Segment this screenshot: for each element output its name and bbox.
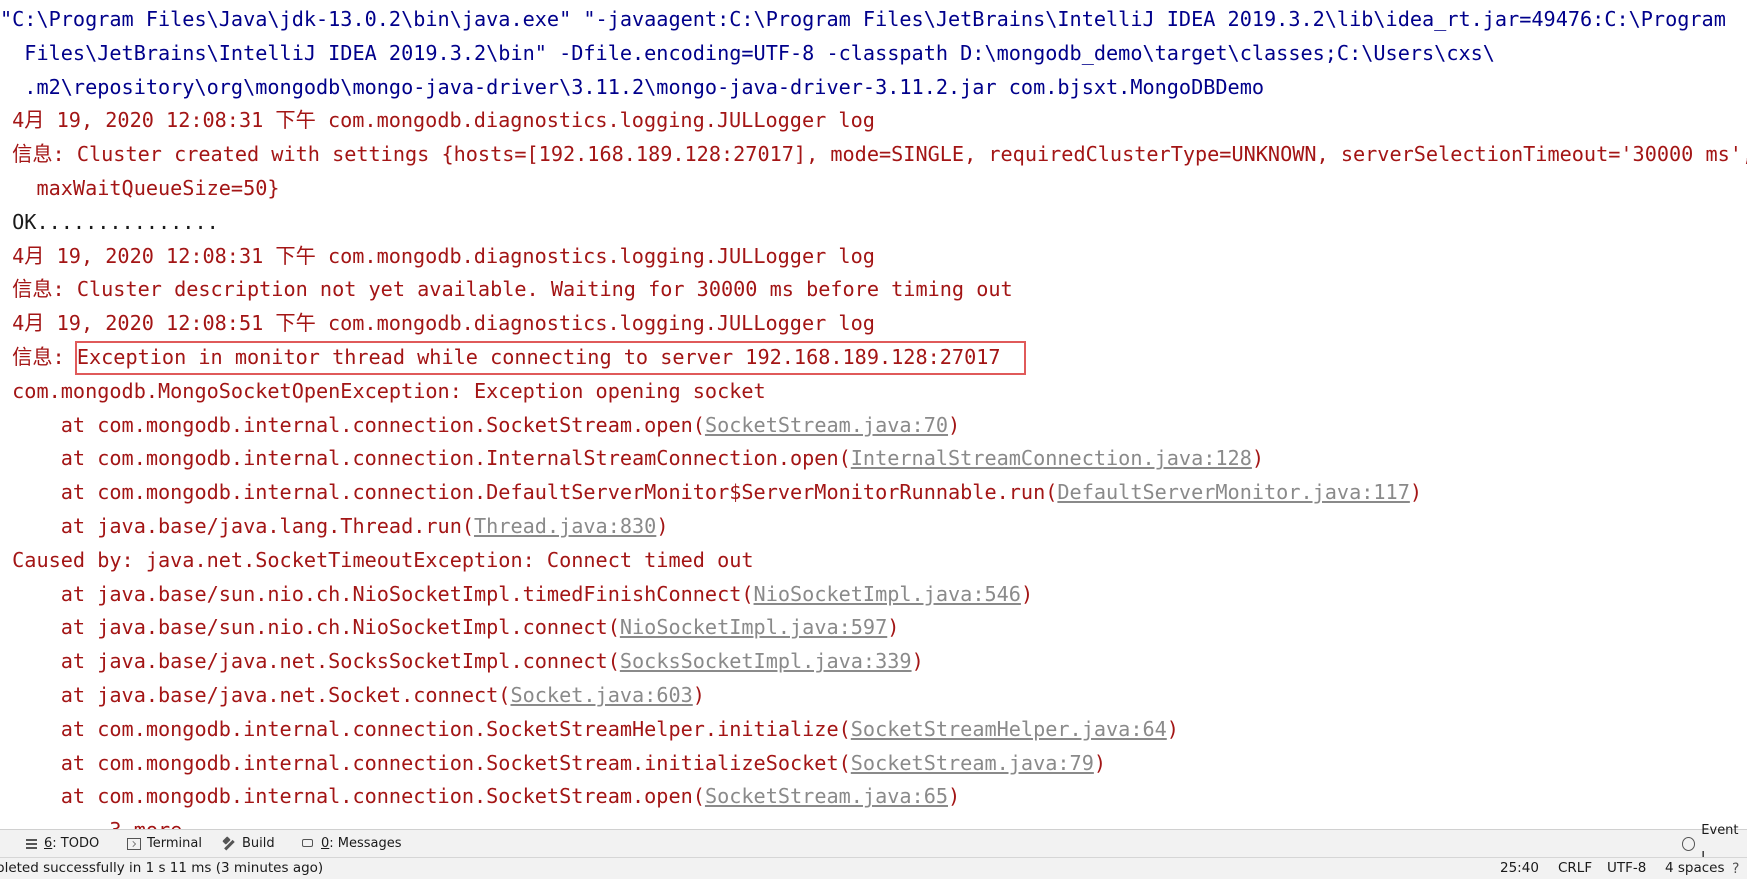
todo-tab[interactable]: 6: TODO	[24, 830, 99, 857]
messages-icon	[301, 838, 315, 850]
messages-label: 0: Messages	[321, 836, 402, 851]
todo-label: 6: TODO	[44, 836, 100, 851]
stacktrace-link[interactable]: SocksSocketImpl.java:339	[620, 649, 912, 673]
console-text: )	[948, 784, 961, 809]
console-line: 信息: Cluster description not yet availabl…	[0, 273, 1013, 306]
console-text: 4月 19, 2020 12:08:51 下午 com.mongodb.diag…	[0, 311, 875, 336]
console-line: at java.base/sun.nio.ch.NioSocketImpl.co…	[0, 611, 900, 644]
console-line: OK...............	[0, 206, 219, 239]
stacktrace-link[interactable]: SocketStream.java:70	[705, 413, 948, 437]
console-line: at java.base/java.lang.Thread.run(Thread…	[0, 510, 669, 543]
console-line: 4月 19, 2020 12:08:31 下午 com.mongodb.diag…	[0, 104, 875, 137]
console-text: 信息: Cluster description not yet availabl…	[0, 277, 1013, 302]
console-line: "C:\Program Files\Java\jdk-13.0.2\bin\ja…	[0, 3, 1726, 36]
console-line: 4月 19, 2020 12:08:31 下午 com.mongodb.diag…	[0, 240, 875, 273]
indent-setting[interactable]: 4 spaces	[1665, 858, 1725, 879]
stacktrace-link[interactable]: InternalStreamConnection.java:128	[851, 446, 1252, 470]
console-text: )	[1251, 446, 1265, 471]
stacktrace-link[interactable]: DefaultServerMonitor.java:117	[1057, 480, 1409, 504]
console-text: )	[1020, 581, 1034, 606]
console-text: at com.mongodb.internal.connection.Defau…	[0, 480, 1058, 505]
console-line: com.mongodb.MongoSocketOpenException: Ex…	[0, 375, 766, 408]
console-text: at java.base/sun.nio.ch.NioSocketImpl.ti…	[0, 581, 754, 606]
console-text: 信息: Cluster created with settings {hosts…	[0, 142, 1747, 167]
line-separator[interactable]: CRLF	[1558, 858, 1592, 879]
stacktrace-link[interactable]: Socket.java:603	[510, 683, 692, 707]
hammer-icon	[222, 837, 236, 851]
stacktrace-link[interactable]: SocketStream.java:65	[705, 784, 948, 808]
console-text: 4月 19, 2020 12:08:31 下午 com.mongodb.diag…	[0, 108, 875, 133]
console-text: )	[948, 412, 961, 437]
console-text: at java.base/sun.nio.ch.NioSocketImpl.co…	[0, 615, 620, 640]
status-message[interactable]: pleted successfully in 1 s 11 ms (3 minu…	[0, 858, 323, 879]
console-text: 3 more	[0, 818, 182, 829]
stacktrace-link[interactable]: NioSocketImpl.java:546	[754, 582, 1021, 606]
tool-window-bar: 6: TODO Terminal Build 0: Messages Event…	[0, 823, 1747, 865]
console-line: 4月 19, 2020 12:08:51 下午 com.mongodb.diag…	[0, 307, 875, 340]
console-line: at java.base/java.net.SocksSocketImpl.co…	[0, 645, 924, 678]
console-line: at java.base/java.net.Socket.connect(Soc…	[0, 679, 705, 712]
console-output[interactable]: "C:\Program Files\Java\jdk-13.0.2\bin\ja…	[0, 0, 1747, 829]
console-text: at com.mongodb.internal.connection.Socke…	[0, 750, 851, 775]
console-line: 3 more	[0, 814, 182, 829]
console-line: at com.mongodb.internal.connection.Defau…	[0, 476, 1422, 509]
status-bar: pleted successfully in 1 s 11 ms (3 minu…	[0, 857, 1747, 879]
terminal-icon	[127, 837, 141, 850]
console-line: Files\JetBrains\IntelliJ IDEA 2019.3.2\b…	[0, 37, 1495, 70]
help-icon[interactable]: ?	[1732, 859, 1739, 879]
console-line: Caused by: java.net.SocketTimeoutExcepti…	[0, 544, 754, 577]
console-text: )	[887, 615, 900, 640]
todo-icon	[24, 838, 38, 850]
console-text: )	[656, 514, 669, 538]
stacktrace-link[interactable]: SocketStream.java:79	[851, 751, 1094, 775]
stacktrace-link[interactable]: Thread.java:830	[474, 514, 656, 538]
console-text: .m2\repository\org\mongodb\mongo-java-dr…	[0, 74, 1265, 99]
console-text: at java.base/java.net.SocksSocketImpl.co…	[0, 649, 620, 674]
console-text: Caused by: java.net.SocketTimeoutExcepti…	[0, 547, 754, 572]
stacktrace-link[interactable]: NioSocketImpl.java:597	[620, 615, 887, 639]
event-log-tab[interactable]: Event L	[1682, 823, 1747, 865]
console-line: maxWaitQueueSize=50}	[0, 172, 280, 205]
console-line: at com.mongodb.internal.connection.Socke…	[0, 780, 960, 813]
console-text: com.mongodb.MongoSocketOpenException: Ex…	[0, 378, 766, 403]
console-text: at com.mongodb.internal.connection.Socke…	[0, 716, 851, 741]
console-text: )	[1409, 480, 1423, 505]
console-text: at com.mongodb.internal.connection.Socke…	[0, 784, 705, 809]
messages-tab[interactable]: 0: Messages	[301, 830, 402, 857]
console-text: OK...............	[0, 209, 219, 234]
stacktrace-link[interactable]: SocketStreamHelper.java:64	[851, 717, 1167, 741]
console-text: )	[911, 649, 924, 674]
console-text: 4月 19, 2020 12:08:31 下午 com.mongodb.diag…	[0, 243, 875, 268]
terminal-tab[interactable]: Terminal	[127, 830, 202, 857]
console-line: at com.mongodb.internal.connection.Socke…	[0, 409, 960, 442]
build-tab[interactable]: Build	[222, 830, 275, 857]
console-text: )	[1166, 716, 1179, 741]
file-encoding[interactable]: UTF-8	[1607, 858, 1646, 879]
event-log-icon	[1682, 836, 1696, 851]
console-line: 信息: Cluster created with settings {hosts…	[0, 138, 1747, 171]
console-text: at com.mongodb.internal.connection.Socke…	[0, 412, 705, 437]
console-line: at java.base/sun.nio.ch.NioSocketImpl.ti…	[0, 578, 1033, 611]
build-label: Build	[242, 836, 275, 851]
console-text: at java.base/java.net.Socket.connect(	[0, 683, 511, 707]
console-text: )	[1093, 750, 1107, 775]
caret-position[interactable]: 25:40	[1500, 858, 1539, 879]
console-text: Files\JetBrains\IntelliJ IDEA 2019.3.2\b…	[0, 40, 1495, 65]
console-text: maxWaitQueueSize=50}	[0, 176, 280, 200]
console-text: )	[692, 683, 705, 707]
console-line: at com.mongodb.internal.connection.Inter…	[0, 442, 1264, 475]
terminal-label: Terminal	[147, 836, 202, 851]
console-line: at com.mongodb.internal.connection.Socke…	[0, 747, 1106, 780]
highlight-box	[75, 341, 1026, 375]
console-line: at com.mongodb.internal.connection.Socke…	[0, 713, 1179, 746]
console-text: at com.mongodb.internal.connection.Inter…	[0, 446, 851, 471]
console-text: at java.base/java.lang.Thread.run(	[0, 514, 475, 538]
console-line: .m2\repository\org\mongodb\mongo-java-dr…	[0, 71, 1264, 104]
console-text: "C:\Program Files\Java\jdk-13.0.2\bin\ja…	[0, 7, 1726, 31]
